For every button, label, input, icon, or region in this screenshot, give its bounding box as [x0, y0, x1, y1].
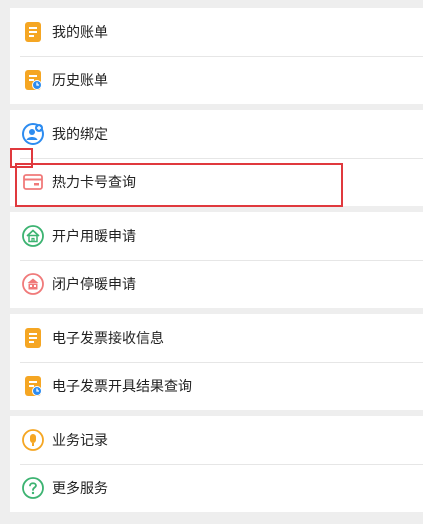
top-gap [10, 0, 423, 8]
menu-item-label: 电子发票开具结果查询 [52, 379, 192, 395]
menu-item-invoice-result-query[interactable]: 电子发票开具结果查询 [10, 362, 423, 410]
bill-icon [22, 21, 44, 43]
home-heating-icon [22, 225, 44, 247]
menu-item-invoice-receive-info[interactable]: 电子发票接收信息 [10, 314, 423, 362]
menu-item-business-record[interactable]: 业务记录 [10, 416, 423, 464]
menu-group-bills: 我的账单 历史账单 [10, 8, 423, 104]
menu-item-label: 历史账单 [52, 73, 108, 89]
menu-item-my-bill[interactable]: 我的账单 [10, 8, 423, 56]
add-user-icon [22, 123, 44, 145]
menu-item-label: 电子发票接收信息 [52, 331, 164, 347]
invoice-query-icon [22, 375, 44, 397]
menu-item-label: 开户用暖申请 [52, 229, 136, 245]
menu-item-label: 闭户停暖申请 [52, 277, 136, 293]
menu-item-open-heating[interactable]: 开户用暖申请 [10, 212, 423, 260]
menu-group-other: 业务记录 更多服务 [10, 416, 423, 512]
help-icon [22, 477, 44, 499]
menu-item-label: 更多服务 [52, 481, 108, 497]
record-icon [22, 429, 44, 451]
highlight-box-heating-card [15, 163, 343, 207]
menu-group-heating: 开户用暖申请 闭户停暖申请 [10, 212, 423, 308]
menu-item-label: 我的账单 [52, 25, 108, 41]
menu-item-close-heating[interactable]: 闭户停暖申请 [10, 260, 423, 308]
invoice-icon [22, 327, 44, 349]
menu-item-label: 业务记录 [52, 433, 108, 449]
menu-item-history-bill[interactable]: 历史账单 [10, 56, 423, 104]
menu-item-my-binding[interactable]: 我的绑定 [10, 110, 423, 158]
menu-item-more-services[interactable]: 更多服务 [10, 464, 423, 512]
building-close-icon [22, 273, 44, 295]
history-bill-icon [22, 69, 44, 91]
service-menu: 我的账单 历史账单 我的绑定 热力卡号查询 开户用暖申请 闭户停暖申请 电子发票… [10, 0, 423, 512]
menu-item-label: 我的绑定 [52, 127, 108, 143]
menu-group-invoice: 电子发票接收信息 电子发票开具结果查询 [10, 314, 423, 410]
